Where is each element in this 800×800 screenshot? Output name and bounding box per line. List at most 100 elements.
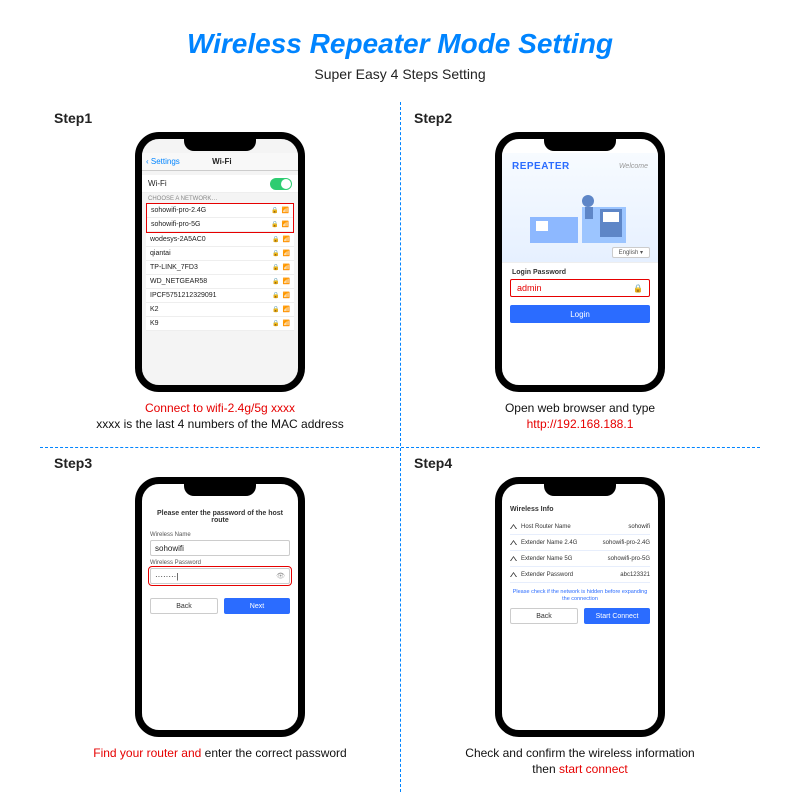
network-row[interactable]: K9🔒📶 bbox=[146, 317, 294, 331]
network-row[interactable]: qiantai🔒📶 bbox=[146, 247, 294, 261]
info-key: Host Router Name bbox=[521, 524, 571, 530]
network-name: qiantai bbox=[150, 250, 171, 257]
lock-icon: 🔒 bbox=[633, 284, 643, 293]
caption-red: Connect to wifi-2.4g/5g xxxx bbox=[145, 401, 295, 415]
form-title: Please enter the password of the host ro… bbox=[150, 510, 290, 524]
network-row[interactable]: IPCF5751212329091🔒📶 bbox=[146, 289, 294, 303]
step2-caption: Open web browser and type http://192.168… bbox=[505, 400, 655, 432]
step4-caption: Check and confirm the wireless informati… bbox=[465, 745, 694, 777]
steps-grid: Step1 ‹ Settings Wi-Fi Wi-Fi CHOOSE A NE… bbox=[40, 102, 760, 792]
network-row[interactable]: sohowifi-pro-2.4G 🔒 📶 bbox=[147, 204, 293, 218]
wifi-toggle[interactable] bbox=[270, 178, 292, 190]
phone-mockup: ‹ Settings Wi-Fi Wi-Fi CHOOSE A NETWORK…… bbox=[135, 132, 305, 392]
highlighted-networks: sohowifi-pro-2.4G 🔒 📶 sohowifi-pro-5G 🔒 📶 bbox=[146, 203, 294, 233]
step2-cell: Step2 REPEATER Welcome bbox=[400, 102, 760, 447]
network-name: K2 bbox=[150, 306, 159, 313]
step1-label: Step1 bbox=[54, 110, 92, 126]
caption-black: enter the correct password bbox=[205, 746, 347, 760]
back-button[interactable]: Back bbox=[150, 598, 218, 614]
info-row: Extender Name 2.4G sohowifi-pro-2.4G bbox=[510, 535, 650, 551]
network-name: K9 bbox=[150, 320, 159, 327]
wifi-icon: 📶 bbox=[282, 221, 289, 228]
wifi-toggle-row: Wi-Fi bbox=[142, 175, 298, 193]
wireless-name-label: Wireless Name bbox=[150, 532, 290, 538]
info-header: Wireless Info bbox=[510, 506, 650, 513]
caption-black: xxxx is the last 4 numbers of the MAC ad… bbox=[96, 417, 343, 431]
info-key: Extender Name 2.4G bbox=[521, 540, 577, 546]
network-name: sohowifi-pro-5G bbox=[151, 221, 200, 228]
wireless-password-value: ········| bbox=[155, 572, 178, 581]
wifi-row-label: Wi-Fi bbox=[148, 179, 167, 188]
caption-black2: then bbox=[532, 762, 559, 776]
horizontal-divider bbox=[40, 447, 760, 448]
network-row[interactable]: WD_NETGEAR58🔒📶 bbox=[146, 275, 294, 289]
language-value: English bbox=[619, 250, 639, 256]
caption-red: http://192.168.188.1 bbox=[527, 417, 634, 431]
network-name: sohowifi-pro-2.4G bbox=[151, 207, 206, 214]
language-select[interactable]: English ▾ bbox=[612, 247, 650, 258]
wireless-password-label: Wireless Password bbox=[150, 560, 290, 566]
network-name: IPCF5751212329091 bbox=[150, 292, 217, 299]
wireless-name-value: sohowifi bbox=[155, 544, 184, 553]
info-value: sohowifi-pro-5G bbox=[608, 556, 650, 562]
step3-cell: Step3 Please enter the password of the h… bbox=[40, 447, 400, 792]
wifi-settings-screen: ‹ Settings Wi-Fi Wi-Fi CHOOSE A NETWORK…… bbox=[142, 139, 298, 385]
login-button[interactable]: Login bbox=[510, 305, 650, 323]
brand-text: REPEATER bbox=[512, 161, 570, 172]
phone-mockup: REPEATER Welcome English ▾ bbox=[495, 132, 665, 392]
login-hero: REPEATER Welcome English ▾ bbox=[502, 153, 658, 263]
caption-black: Check and confirm the wireless informati… bbox=[465, 746, 694, 760]
network-row[interactable]: wodesys-2A5AC0🔒📶 bbox=[146, 233, 294, 247]
info-value: abc123321 bbox=[620, 572, 650, 578]
network-name: WD_NETGEAR58 bbox=[150, 278, 207, 285]
router-icon bbox=[510, 540, 517, 545]
info-row: Extender Password abc123321 bbox=[510, 567, 650, 583]
back-link[interactable]: ‹ Settings bbox=[146, 157, 180, 166]
router-icon bbox=[510, 524, 517, 529]
credentials-screen: Please enter the password of the host ro… bbox=[142, 484, 298, 730]
step3-label: Step3 bbox=[54, 455, 92, 471]
phone-mockup: Wireless Info Host Router Name sohowifi … bbox=[495, 477, 665, 737]
welcome-text: Welcome bbox=[619, 163, 648, 170]
info-key: Extender Password bbox=[521, 572, 573, 578]
page-subtitle: Super Easy 4 Steps Setting bbox=[40, 66, 760, 82]
back-link-text: Settings bbox=[151, 157, 180, 166]
section-header: CHOOSE A NETWORK… bbox=[142, 193, 298, 203]
password-input[interactable]: admin 🔒 bbox=[510, 279, 650, 297]
caption-black: Open web browser and type bbox=[505, 401, 655, 415]
login-screen: REPEATER Welcome English ▾ bbox=[502, 139, 658, 385]
step3-caption: Find your router and enter the correct p… bbox=[93, 745, 346, 761]
info-row: Host Router Name sohowifi bbox=[510, 519, 650, 535]
login-label: Login Password bbox=[502, 263, 658, 279]
phone-notch bbox=[184, 137, 256, 151]
info-key: Extender Name 5G bbox=[521, 556, 572, 562]
router-icon bbox=[510, 572, 517, 577]
network-name: TP-LINK_7FD3 bbox=[150, 264, 198, 271]
step1-caption: Connect to wifi-2.4g/5g xxxx xxxx is the… bbox=[96, 400, 343, 432]
confirm-screen: Wireless Info Host Router Name sohowifi … bbox=[502, 484, 658, 730]
next-button[interactable]: Next bbox=[224, 598, 290, 614]
network-row[interactable]: sohowifi-pro-5G 🔒 📶 bbox=[147, 218, 293, 232]
network-name: wodesys-2A5AC0 bbox=[150, 236, 206, 243]
lock-icon: 🔒 bbox=[271, 207, 278, 214]
password-value: admin bbox=[517, 283, 542, 293]
wifi-icon: 📶 bbox=[282, 207, 289, 214]
wireless-password-input[interactable]: ········| 👁 bbox=[150, 568, 290, 584]
page-title: Wireless Repeater Mode Setting bbox=[40, 28, 760, 60]
info-value: sohowifi-pro-2.4G bbox=[603, 540, 650, 546]
screen-title: Wi-Fi bbox=[180, 157, 264, 166]
step4-label: Step4 bbox=[414, 455, 452, 471]
phone-notch bbox=[184, 482, 256, 496]
info-row: Extender Name 5G sohowifi-pro-5G bbox=[510, 551, 650, 567]
network-row[interactable]: TP-LINK_7FD3🔒📶 bbox=[146, 261, 294, 275]
lock-icon: 🔒 bbox=[271, 221, 278, 228]
router-icon bbox=[510, 556, 517, 561]
network-row[interactable]: K2🔒📶 bbox=[146, 303, 294, 317]
phone-notch bbox=[544, 482, 616, 496]
wireless-name-input[interactable]: sohowifi bbox=[150, 540, 290, 556]
back-button[interactable]: Back bbox=[510, 608, 578, 624]
eye-icon[interactable]: 👁 bbox=[276, 572, 285, 580]
start-connect-button[interactable]: Start Connect bbox=[584, 608, 650, 624]
caption-red: start connect bbox=[559, 762, 628, 776]
caption-red: Find your router and bbox=[93, 746, 204, 760]
